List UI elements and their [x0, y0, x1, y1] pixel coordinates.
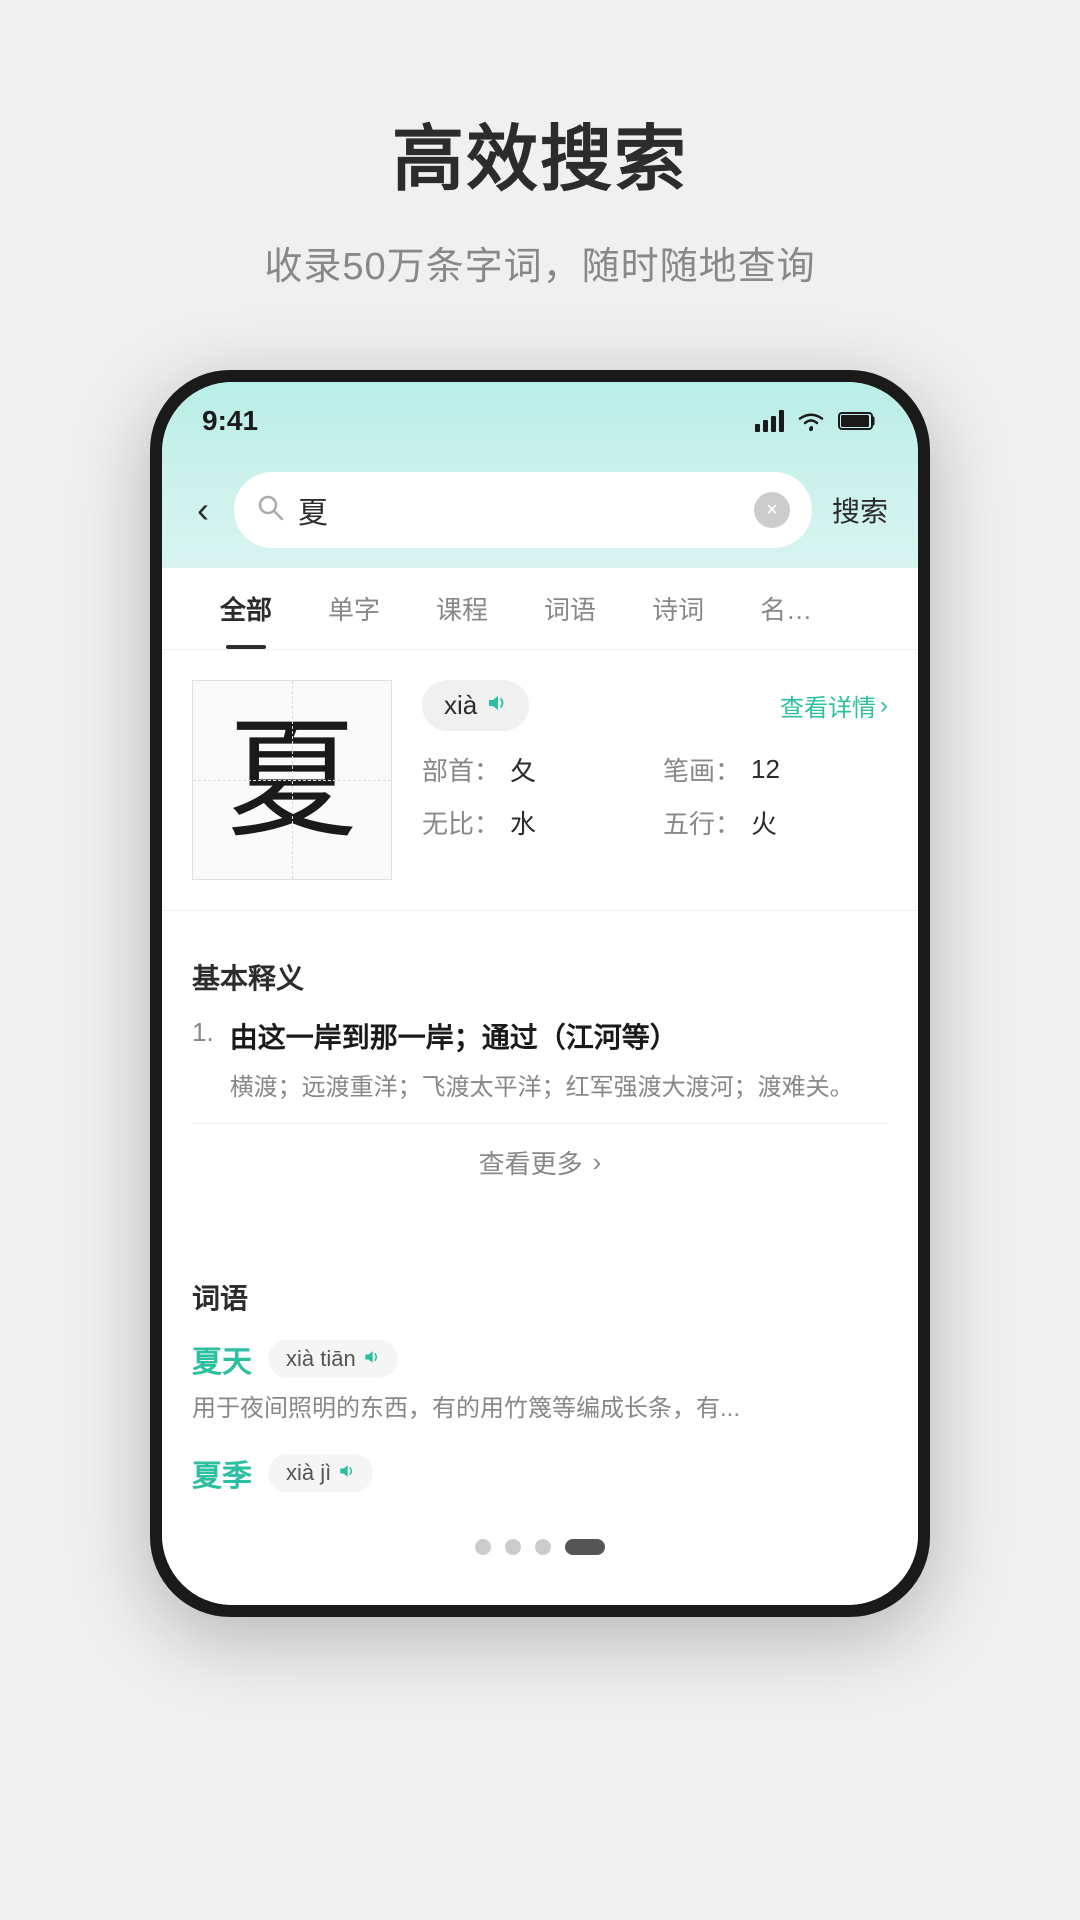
chevron-right-icon: › — [880, 692, 888, 720]
dot-4-active — [565, 1539, 605, 1555]
bihua-label: 笔画： — [663, 751, 741, 788]
words-section: 词语 夏天 xià tiān 用于夜间照明的东西，有 — [162, 1247, 918, 1605]
phone-screen: 9:41 — [162, 382, 918, 1605]
page-subtitle: 收录50万条字词，随时随地查询 — [264, 235, 815, 290]
signal-icon — [755, 410, 784, 432]
bihua-value: 12 — [751, 754, 780, 785]
character-image-box: 夏 — [192, 680, 392, 880]
pagination-dots — [192, 1519, 888, 1575]
pinyin-row: xià 查看详情 › — [422, 680, 888, 731]
word-item-1: 夏天 xià tiān 用于夜间照明的东西，有的用竹篾等编成长条，有... — [192, 1337, 888, 1427]
phone-mockup: 9:41 — [150, 370, 930, 1617]
word-pinyin-text-2: xià jì — [286, 1460, 331, 1486]
tab-all[interactable]: 全部 — [192, 568, 300, 649]
tab-character[interactable]: 单字 — [300, 568, 408, 649]
def-number: 1. — [192, 1017, 214, 1107]
see-more-text: 查看更多 — [479, 1144, 583, 1181]
definition-item: 1. 由这一岸到那一岸；通过（江河等） 横渡；远渡重洋；飞渡太平洋；红军强渡大渡… — [192, 1017, 888, 1107]
tab-famous[interactable]: 名人名... — [732, 568, 832, 649]
chevron-right-icon-more: › — [593, 1147, 602, 1178]
search-icon — [256, 493, 284, 528]
words-section-title: 词语 — [192, 1277, 888, 1317]
tab-word[interactable]: 词语 — [516, 568, 624, 649]
wubi-attr: 无比： 水 — [422, 804, 647, 841]
detail-link-text: 查看详情 — [780, 688, 876, 723]
word-sound-icon-2 — [337, 1460, 355, 1486]
bushou-value: 夂 — [510, 751, 536, 788]
pinyin-badge[interactable]: xià — [422, 680, 529, 731]
wuxing-label: 五行： — [663, 804, 741, 841]
definitions-title: 基本释义 — [192, 957, 888, 997]
see-more-button[interactable]: 查看更多 › — [192, 1123, 888, 1201]
detail-link[interactable]: 查看详情 › — [780, 688, 888, 723]
word-char-1: 夏天 — [192, 1337, 252, 1381]
back-button[interactable]: ‹ — [192, 484, 214, 536]
status-time: 9:41 — [202, 405, 258, 437]
status-icons — [755, 410, 878, 432]
search-clear-button[interactable]: × — [754, 492, 790, 528]
def-example-text: 横渡；远渡重洋；飞渡太平洋；红军强渡大渡河；渡难关。 — [230, 1069, 888, 1107]
status-bar: 9:41 — [162, 382, 918, 452]
search-box[interactable]: 夏 × — [234, 472, 812, 548]
def-content: 由这一岸到那一岸；通过（江河等） 横渡；远渡重洋；飞渡太平洋；红军强渡大渡河；渡… — [230, 1017, 888, 1107]
dot-3 — [535, 1539, 551, 1555]
word-pinyin-badge-1[interactable]: xià tiān — [268, 1340, 398, 1378]
character-info: xià 查看详情 › 部 — [422, 680, 888, 880]
word-item-2: 夏季 xià jì — [192, 1451, 888, 1495]
wuxing-attr: 五行： 火 — [663, 804, 888, 841]
dot-1 — [475, 1539, 491, 1555]
definitions-section: 基本释义 1. 由这一岸到那一岸；通过（江河等） 横渡；远渡重洋；飞渡太平洋；红… — [162, 927, 918, 1231]
search-area: ‹ 夏 × 搜索 — [162, 452, 918, 568]
character-grid-lines — [193, 681, 391, 879]
word-desc-1: 用于夜间照明的东西，有的用竹篾等编成长条，有... — [192, 1391, 888, 1427]
search-input-value: 夏 — [298, 488, 740, 532]
bushou-label: 部首： — [422, 751, 500, 788]
wubi-label: 无比： — [422, 804, 500, 841]
bushou-attr: 部首： 夂 — [422, 751, 647, 788]
sound-icon[interactable] — [485, 692, 507, 720]
def-main-text: 由这一岸到那一岸；通过（江河等） — [230, 1017, 888, 1059]
word-title-row-2: 夏季 xià jì — [192, 1451, 888, 1495]
word-pinyin-badge-2[interactable]: xià jì — [268, 1454, 373, 1492]
pinyin-text: xià — [444, 690, 477, 721]
tab-poem[interactable]: 诗词 — [624, 568, 732, 649]
character-card: 夏 xià 查看详情 › — [162, 650, 918, 911]
bihua-attr: 笔画： 12 — [663, 751, 888, 788]
wifi-icon — [796, 410, 826, 432]
page-title: 高效搜索 — [392, 100, 688, 205]
word-pinyin-text-1: xià tiān — [286, 1346, 356, 1372]
word-sound-icon-1 — [362, 1346, 380, 1372]
word-title-row-1: 夏天 xià tiān — [192, 1337, 888, 1381]
dot-2 — [505, 1539, 521, 1555]
tab-course[interactable]: 课程 — [408, 568, 516, 649]
search-submit-button[interactable]: 搜索 — [832, 490, 888, 530]
character-attributes: 部首： 夂 笔画： 12 无比： 水 五行： 火 — [422, 751, 888, 841]
tabs-bar: 全部 单字 课程 词语 诗词 名人名... — [162, 568, 918, 650]
word-char-2: 夏季 — [192, 1451, 252, 1495]
wuxing-value: 火 — [751, 804, 777, 841]
battery-icon — [838, 410, 878, 432]
wubi-value: 水 — [510, 804, 536, 841]
